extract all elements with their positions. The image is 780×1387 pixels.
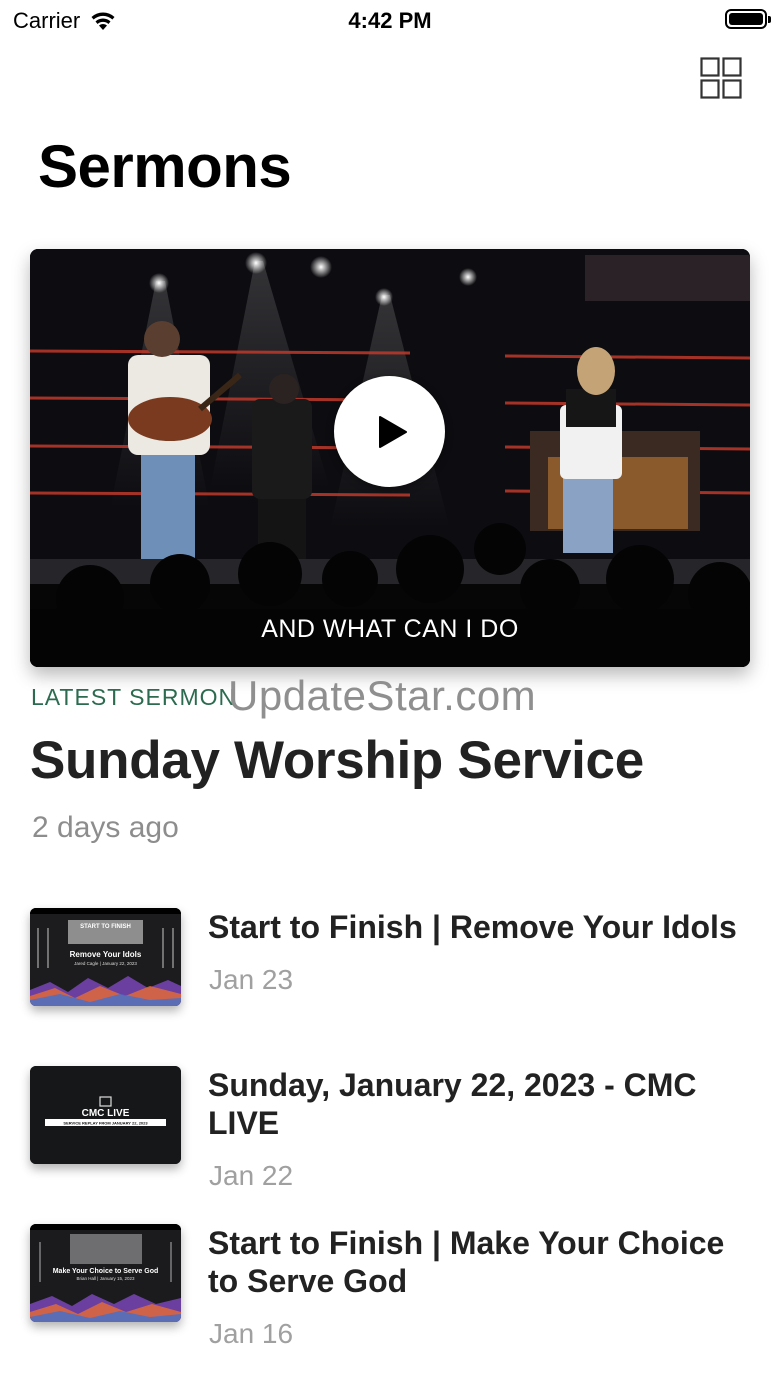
sermon-title: Sunday, January 22, 2023 - CMC LIVE <box>208 1067 697 1141</box>
sermon-date: Jan 23 <box>209 964 294 995</box>
latest-sermon-label: LATEST SERMON <box>31 684 237 710</box>
thumb-sub: Jared Cagle | January 22, 2023 <box>74 961 137 966</box>
sermon-thumbnail: CMC LIVE SERVICE REPLAY FROM JANUARY 22,… <box>30 1066 181 1164</box>
sermon-thumbnail: Make Your Choice to Serve God Brian Hall… <box>30 1224 181 1322</box>
sermon-list-item[interactable]: Make Your Choice to Serve God Brian Hall… <box>30 1224 750 1349</box>
featured-video[interactable]: AND WHAT CAN I DO <box>30 249 750 667</box>
thumb-headline: Remove Your Idols <box>70 950 142 959</box>
sermon-title: Start to Finish | Remove Your Idols <box>208 909 737 945</box>
thumb-headline: Make Your Choice to Serve God <box>53 1268 159 1275</box>
sermon-thumbnail: START TO FINISH Remove Your Idols Jared … <box>30 908 181 1006</box>
wifi-icon <box>91 12 115 30</box>
sermon-list-item[interactable]: CMC LIVE SERVICE REPLAY FROM JANUARY 22,… <box>30 1066 750 1191</box>
featured-sermon-title[interactable]: Sunday Worship Service <box>30 730 644 791</box>
grid-view-button[interactable] <box>700 57 742 99</box>
sermon-date: Jan 22 <box>209 1160 294 1191</box>
grid-icon <box>700 57 742 99</box>
carrier-label: Carrier <box>13 8 81 33</box>
play-button[interactable] <box>334 376 445 487</box>
play-icon <box>379 416 407 448</box>
status-bar: Carrier 4:42 PM <box>0 0 780 40</box>
video-caption: AND WHAT CAN I DO <box>261 615 519 643</box>
sermon-title: Start to Finish | Make Your Choice to Se… <box>208 1225 725 1299</box>
battery-icon <box>725 9 771 29</box>
thumb-headline: CMC LIVE <box>82 1108 130 1119</box>
page-title: Sermons <box>38 133 292 200</box>
sermon-date: Jan 16 <box>209 1318 294 1349</box>
featured-sermon-date: 2 days ago <box>32 811 179 844</box>
watermark: UpdateStar.com <box>228 672 537 719</box>
thumb-sub: Brian Hall | January 15, 2023 <box>77 1276 135 1281</box>
sermon-list-item[interactable]: START TO FINISH Remove Your Idols Jared … <box>30 908 750 1008</box>
thumb-top-text: START TO FINISH <box>80 924 131 930</box>
thumb-sub: SERVICE REPLAY FROM JANUARY 22, 2023 <box>63 1121 148 1126</box>
carrier-indicator: Carrier <box>13 8 118 34</box>
